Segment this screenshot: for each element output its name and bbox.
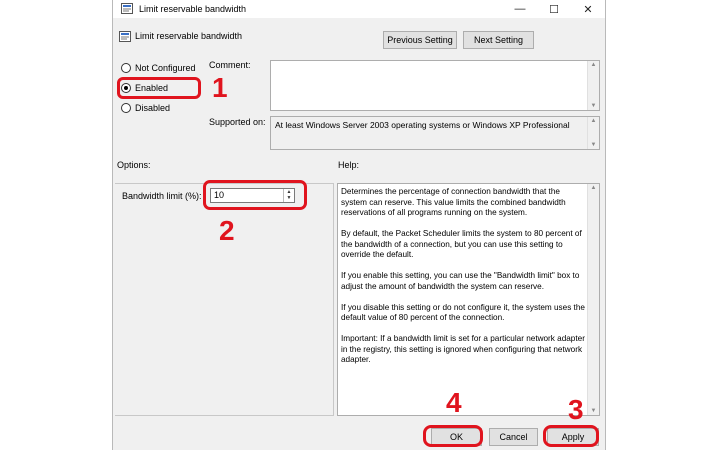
cancel-button[interactable]: Cancel [489,428,538,446]
annotation-number-1: 1 [212,72,228,103]
comment-scrollbar[interactable]: ▲ ▼ [587,61,599,110]
supported-on-box: At least Windows Server 2003 operating s… [270,116,600,150]
window-title: Limit reservable bandwidth [139,4,247,14]
scroll-down-icon[interactable]: ▼ [588,103,599,109]
annotation-number-2: 2 [219,215,235,246]
bandwidth-limit-label: Bandwidth limit (%): [122,191,202,201]
minimize-button[interactable]: — [503,0,537,18]
scroll-up-icon[interactable]: ▲ [588,118,599,124]
supported-scrollbar[interactable]: ▲ ▼ [587,117,599,149]
highlight-apply [543,425,599,447]
help-label: Help: [338,160,360,170]
scroll-down-icon[interactable]: ▼ [588,408,599,414]
minimize-icon: — [514,3,526,15]
supported-on-value: At least Windows Server 2003 operating s… [275,120,570,130]
title-bar[interactable]: Limit reservable bandwidth — ☐ ✕ [113,0,605,18]
help-scrollbar[interactable]: ▲ ▼ [587,184,599,415]
options-label: Options: [117,160,151,170]
radio-disabled-circle[interactable] [121,103,131,113]
radio-not-configured-label: Not Configured [135,63,196,73]
help-text: Determines the percentage of connection … [341,187,585,364]
next-setting-button[interactable]: Next Setting [463,31,534,49]
scroll-up-icon[interactable]: ▲ [588,185,599,191]
policy-dialog: Limit reservable bandwidth — ☐ ✕ Limit r… [112,0,606,450]
scroll-down-icon[interactable]: ▼ [588,142,599,148]
highlight-bandwidth [203,180,307,210]
highlight-enabled [117,77,201,99]
close-button[interactable]: ✕ [571,0,605,18]
scroll-up-icon[interactable]: ▲ [588,62,599,68]
comment-label: Comment: [209,60,251,70]
annotation-number-3: 3 [568,394,584,425]
maximize-button[interactable]: ☐ [537,0,571,18]
radio-disabled[interactable]: Disabled [121,103,170,113]
help-textbox: Determines the percentage of connection … [337,183,600,416]
close-icon: ✕ [583,3,593,16]
highlight-ok [423,425,483,447]
comment-textarea[interactable]: ▲ ▼ [270,60,600,111]
supported-on-label: Supported on: [209,117,266,127]
setting-title: Limit reservable bandwidth [135,31,243,41]
policy-app-icon [121,3,133,16]
policy-setting-icon [119,31,131,44]
radio-not-configured-circle[interactable] [121,63,131,73]
radio-not-configured[interactable]: Not Configured [121,63,196,73]
maximize-icon: ☐ [549,3,559,16]
previous-setting-button[interactable]: Previous Setting [383,31,457,49]
annotation-number-4: 4 [446,387,462,418]
radio-disabled-label: Disabled [135,103,171,113]
